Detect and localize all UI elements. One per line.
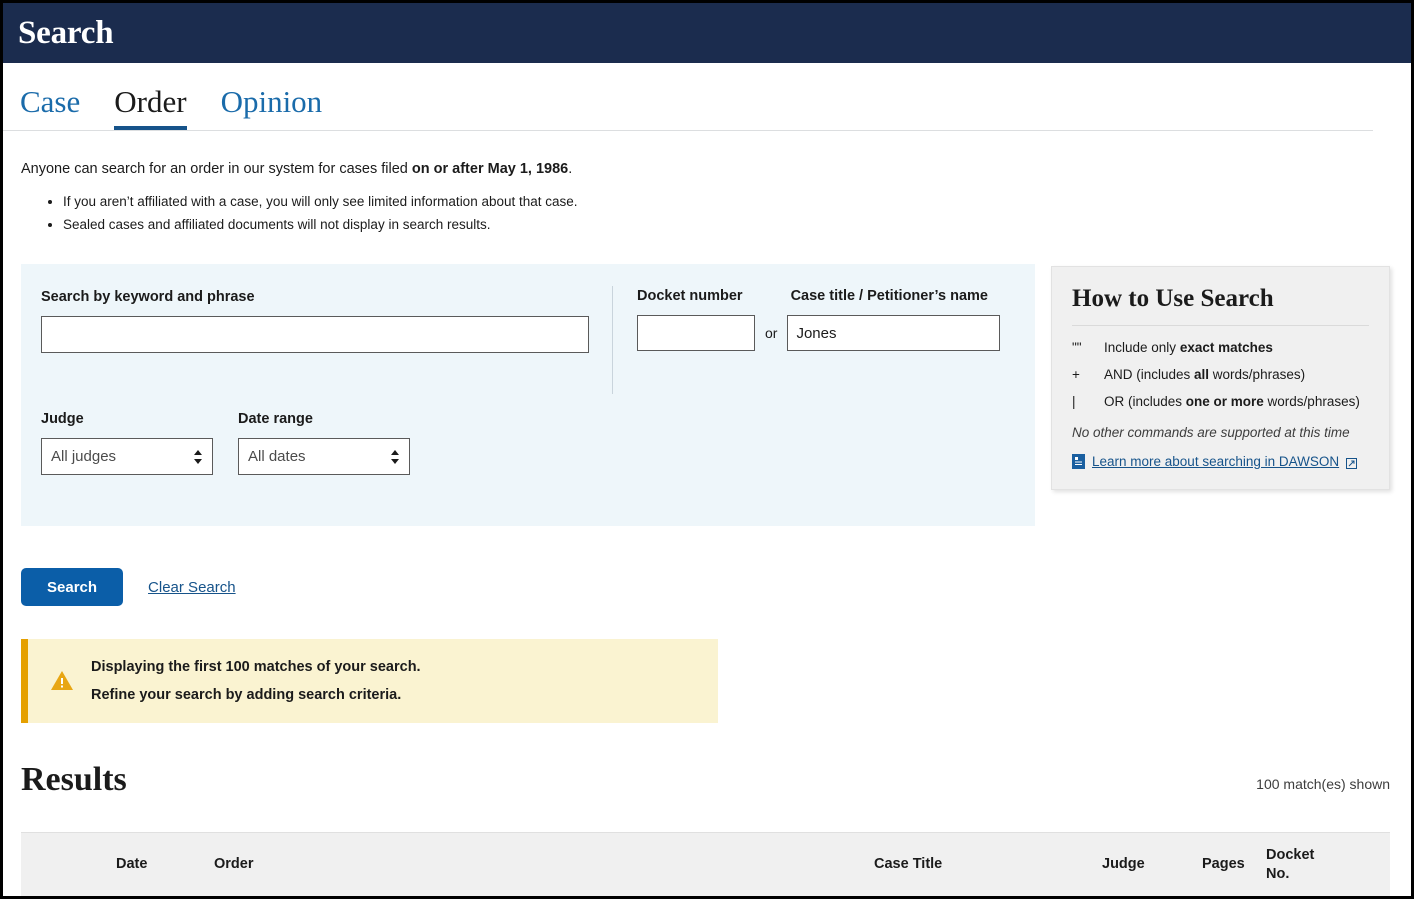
help-row-exact-match: "" Include only exact matches (1072, 340, 1369, 355)
alert-line-2: Refine your search by adding search crit… (91, 687, 421, 703)
keyword-field-group: Search by keyword and phrase (41, 289, 589, 353)
results-table: Date Order Case Title Judge Pages Docket… (21, 832, 1390, 897)
list-item: Sealed cases and affiliated documents wi… (63, 215, 1411, 235)
judge-select-value: All judges (51, 448, 116, 465)
column-header-order[interactable]: Order (214, 855, 874, 873)
case-title-input[interactable] (787, 315, 1000, 351)
tab-order[interactable]: Order (114, 85, 186, 130)
results-header: Results 100 match(es) shown (21, 763, 1390, 797)
search-form-panel: Search by keyword and phrase Docket numb… (21, 264, 1035, 526)
alert-line-1: Displaying the first 100 matches of your… (91, 659, 421, 675)
intro-text: Anyone can search for an order in our sy… (21, 159, 1411, 234)
help-link-row: Learn more about searching in DAWSON (1072, 454, 1369, 469)
column-header-date[interactable]: Date (21, 855, 214, 873)
keyword-label: Search by keyword and phrase (41, 289, 589, 305)
help-text: AND (includes all words/phrases) (1104, 367, 1305, 382)
help-row-or: | OR (includes one or more words/phrases… (1072, 394, 1369, 409)
column-header-case-title[interactable]: Case Title (874, 855, 1102, 873)
external-link-icon (1346, 456, 1357, 467)
filters-row: Judge All judges Date range (41, 411, 410, 475)
results-count: 100 match(es) shown (1256, 776, 1390, 797)
intro-bullet-list: If you aren’t affiliated with a case, yo… (21, 192, 1411, 234)
column-header-pages[interactable]: Pages (1202, 855, 1266, 873)
help-symbol: + (1072, 367, 1104, 382)
help-text: Include only exact matches (1104, 340, 1273, 355)
form-vertical-divider (612, 286, 613, 394)
tab-bar-wrapper: Case Order Opinion (3, 63, 1411, 131)
page-masthead: Search (3, 3, 1411, 63)
intro-lead-prefix: Anyone can search for an order in our sy… (21, 161, 412, 177)
date-range-select-value: All dates (248, 448, 306, 465)
keyword-input[interactable] (41, 316, 589, 353)
tab-bar: Case Order Opinion (3, 85, 1373, 131)
results-title: Results (21, 763, 127, 797)
or-separator: or (765, 325, 777, 341)
docket-number-label: Docket number (637, 288, 743, 304)
warning-triangle-icon (50, 670, 74, 692)
intro-lead-bold: on or after May 1, 1986 (412, 161, 568, 177)
help-card-title: How to Use Search (1072, 285, 1369, 313)
search-page: Search Case Order Opinion Anyone can sea… (0, 0, 1414, 899)
column-header-docket-no[interactable]: Docket No. (1266, 846, 1336, 882)
tab-case[interactable]: Case (20, 85, 80, 130)
intro-lead-suffix: . (568, 161, 572, 177)
docket-field-group: Docket number Case title / Petitioner’s … (637, 288, 1000, 351)
chevron-up-down-icon (390, 449, 400, 465)
chevron-up-down-icon (193, 449, 203, 465)
judge-select[interactable]: All judges (41, 438, 213, 475)
list-item: If you aren’t affiliated with a case, yo… (63, 192, 1411, 212)
docket-number-input[interactable] (637, 315, 755, 351)
how-to-use-search-card: How to Use Search "" Include only exact … (1051, 266, 1390, 490)
tab-opinion[interactable]: Opinion (221, 85, 323, 130)
help-row-and: + AND (includes all words/phrases) (1072, 367, 1369, 382)
results-limit-alert: Displaying the first 100 matches of your… (21, 639, 718, 723)
help-note: No other commands are supported at this … (1072, 425, 1369, 440)
help-symbol: "" (1072, 340, 1104, 355)
case-title-label: Case title / Petitioner’s name (791, 288, 988, 304)
date-range-select[interactable]: All dates (238, 438, 410, 475)
page-title: Search (18, 17, 113, 50)
help-symbol: | (1072, 394, 1104, 409)
clear-search-link[interactable]: Clear Search (148, 579, 236, 596)
date-range-field-group: Date range All dates (238, 411, 410, 475)
form-actions: Search Clear Search (21, 568, 236, 606)
column-header-judge[interactable]: Judge (1102, 855, 1202, 873)
learn-more-link[interactable]: Learn more about searching in DAWSON (1092, 454, 1339, 469)
search-button[interactable]: Search (21, 568, 123, 606)
help-text: OR (includes one or more words/phrases) (1104, 394, 1360, 409)
judge-label: Judge (41, 411, 213, 427)
pdf-icon (1072, 454, 1085, 469)
date-range-label: Date range (238, 411, 410, 427)
table-header-row: Date Order Case Title Judge Pages Docket… (21, 833, 1390, 897)
judge-field-group: Judge All judges (41, 411, 213, 475)
help-card-divider (1072, 325, 1369, 326)
